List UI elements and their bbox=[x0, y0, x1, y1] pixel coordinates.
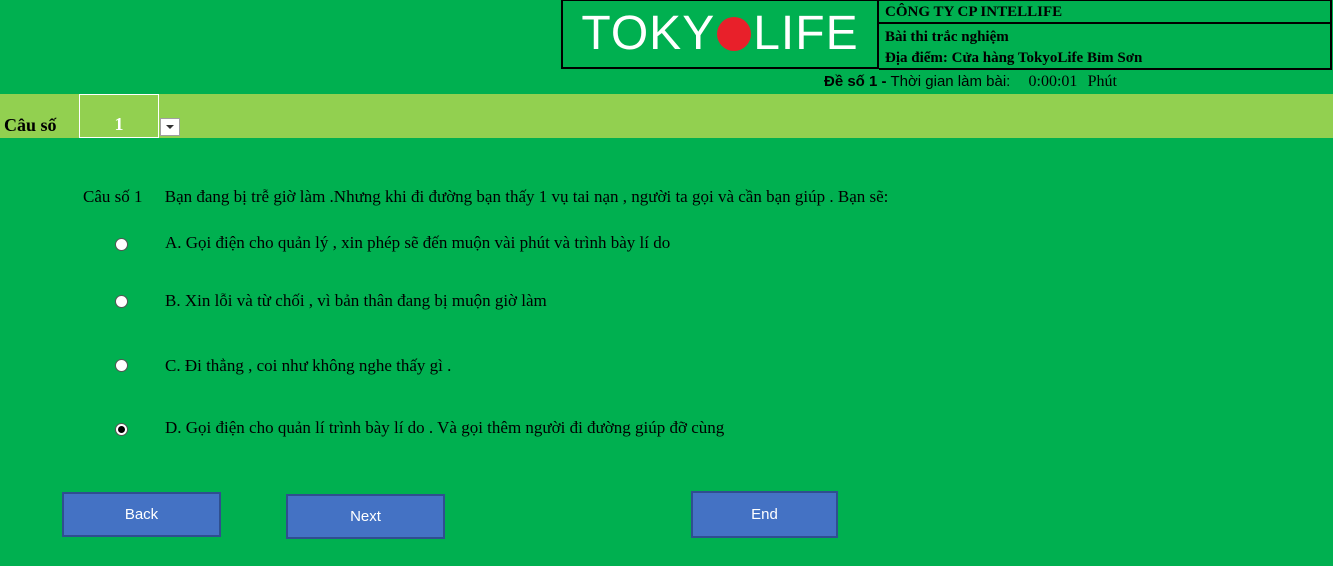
time-label: Thời gian làm bài: bbox=[890, 73, 1011, 90]
company-name: CÔNG TY CP INTELLIFE bbox=[879, 1, 1330, 24]
chevron-down-icon bbox=[166, 125, 174, 129]
option-a-label[interactable]: A. Gọi điện cho quản lý , xin phép sẽ đế… bbox=[165, 233, 670, 253]
logo-text-left: TOKY bbox=[581, 7, 716, 60]
next-button[interactable]: Next bbox=[286, 494, 445, 539]
question-body: Bạn đang bị trễ giờ làm .Nhưng khi đi đư… bbox=[164, 187, 889, 206]
question-selector-label: Câu số bbox=[4, 115, 57, 135]
option-d-radio[interactable] bbox=[115, 423, 128, 436]
option-a-radio[interactable] bbox=[115, 238, 128, 251]
end-button[interactable]: End bbox=[691, 491, 838, 538]
question-number-value: 1 bbox=[114, 114, 124, 134]
question-number-cell[interactable]: 1 bbox=[79, 94, 159, 138]
option-d-label[interactable]: D. Gọi điện cho quản lí trình bày lí do … bbox=[165, 418, 724, 438]
question-number: Câu số 1 bbox=[83, 187, 143, 206]
exam-timer: Đề số 1 - Thời gian làm bài: 0:00:01 Phú… bbox=[824, 73, 1117, 91]
option-c-label[interactable]: C. Đi thẳng , coi như không nghe thấy gì… bbox=[165, 356, 451, 376]
tokyolife-logo: TOKY LIFE bbox=[561, 0, 879, 69]
exam-code: Đề số 1 - bbox=[824, 73, 887, 90]
exam-info-box: CÔNG TY CP INTELLIFE Bài thi trắc nghiệm… bbox=[879, 0, 1332, 70]
back-button[interactable]: Back bbox=[62, 492, 221, 537]
time-value: 0:00:01 bbox=[1028, 73, 1078, 90]
option-c-radio[interactable] bbox=[115, 359, 128, 372]
logo-text-right: LIFE bbox=[753, 7, 859, 60]
exam-location: Địa điểm: Cửa hàng TokyoLife Bỉm Sơn bbox=[885, 50, 1143, 66]
option-b-label[interactable]: B. Xin lỗi và từ chối , vì bản thân đang… bbox=[165, 291, 547, 311]
logo-red-circle bbox=[717, 17, 752, 51]
dropdown-arrow-button[interactable] bbox=[160, 118, 180, 136]
question-selector-band bbox=[0, 94, 1333, 138]
exam-name: Bài thi trắc nghiệm bbox=[885, 29, 1009, 45]
time-unit: Phút bbox=[1087, 73, 1117, 90]
question-text: Câu số 1 Bạn đang bị trễ giờ làm .Nhưng … bbox=[83, 187, 888, 207]
option-b-radio[interactable] bbox=[115, 295, 128, 308]
